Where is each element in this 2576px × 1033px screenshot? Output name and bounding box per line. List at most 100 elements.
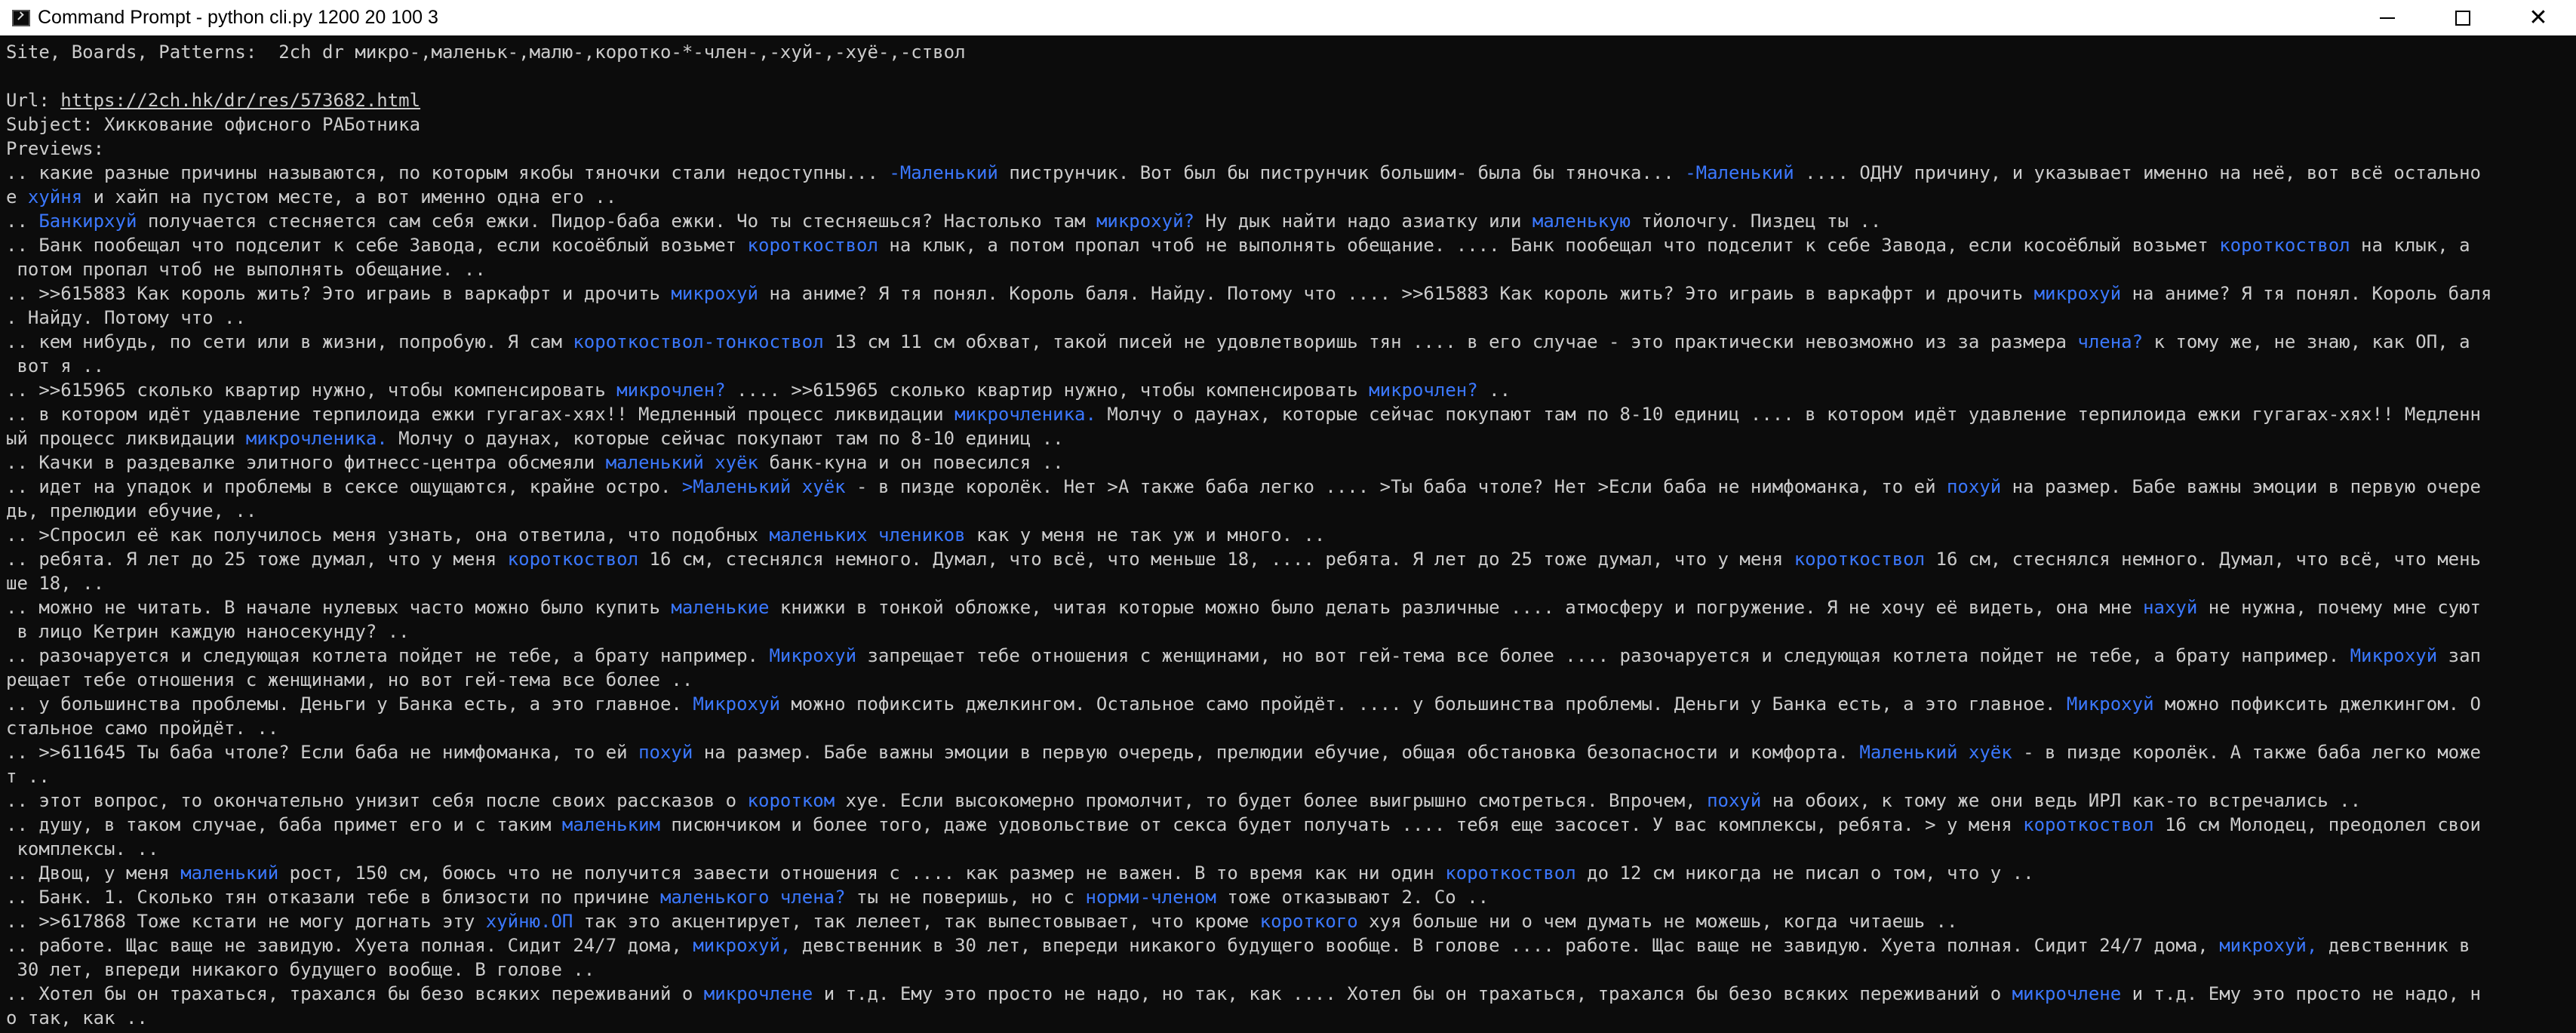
match-highlight: Микрохуй xyxy=(2350,645,2438,666)
console-line: . Найду. Потому что .. xyxy=(6,306,2576,330)
console-text: 16 см, стеснялся немного. Думал, что всё… xyxy=(1925,549,2481,570)
console-text: е xyxy=(6,186,28,208)
console-line: .. у большинства проблемы. Деньги у Банк… xyxy=(6,692,2576,716)
match-highlight: микрохуй? xyxy=(1096,211,1194,232)
console-text: .. Хотел бы он трахаться, трахался бы бе… xyxy=(6,983,704,1004)
minimize-button[interactable] xyxy=(2350,0,2425,35)
console-line: стальное само пройдёт. .. xyxy=(6,716,2576,740)
console-line: ый процесс ликвидации микрочленика. Молч… xyxy=(6,426,2576,450)
console-text: .. ребята. Я лет до 25 тоже думал, что у… xyxy=(6,549,508,570)
console-line: Subject: Хиккование офисного РАБотника xyxy=(6,112,2576,137)
match-highlight: короткоствол xyxy=(1445,862,1576,884)
match-highlight: короткого xyxy=(1259,911,1358,932)
console-line: .. Двощ, у меня маленький рост, 150 см, … xyxy=(6,861,2576,885)
console-line: .. Хотел бы он трахаться, трахался бы бе… xyxy=(6,982,2576,1006)
close-icon: ✕ xyxy=(2528,4,2548,31)
console-text: потом пропал чтоб не выполнять обещание.… xyxy=(6,259,486,280)
match-highlight: Микрохуй xyxy=(693,693,780,715)
console-text: Ну дык найти надо азиатку или xyxy=(1194,211,1532,232)
console-text: к тому же, не знаю, как ОП, а xyxy=(2143,331,2470,352)
console-text: 16 см Молодец, преодолел свои xyxy=(2153,814,2481,835)
console-text: рещает тебе отношения с женщинами, но во… xyxy=(6,669,693,690)
console-line: .. >>615965 сколько квартир нужно, чтобы… xyxy=(6,378,2576,402)
console-text: о так, как .. xyxy=(6,1007,148,1028)
match-highlight: короткоствол xyxy=(2219,235,2350,256)
console-text: 13 см 11 см обхват, такой писей не удовл… xyxy=(823,331,2078,352)
match-highlight: похуй xyxy=(1946,476,2002,497)
match-highlight: хуйню.ОП xyxy=(485,911,573,932)
match-highlight: микрочлен? xyxy=(616,380,726,401)
console-text: вот я .. xyxy=(6,355,105,377)
match-highlight: микрохуй, xyxy=(2219,935,2318,956)
match-highlight: -Маленький xyxy=(889,162,998,183)
match-highlight: >Маленький хуёк xyxy=(681,476,846,497)
console-line: комплексы. .. xyxy=(6,837,2576,861)
console-text: .. >>615883 Как король жить? Это играиь … xyxy=(6,283,672,304)
console-text: на аниме? Я тя понял. Король баля xyxy=(2121,283,2492,304)
match-highlight: маленького члена? xyxy=(659,887,846,908)
match-highlight: похуй xyxy=(638,742,693,763)
cmd-icon xyxy=(12,9,30,26)
match-highlight: короткоствол xyxy=(1794,549,1926,570)
match-highlight: маленьких члеников xyxy=(769,524,966,546)
console-text: 16 см, стеснялся немного. Думал, что всё… xyxy=(638,549,1794,570)
console-text: Subject: Хиккование офисного РАБотника xyxy=(6,114,421,135)
console-text: .... ОДНУ причину, и указывает именно на… xyxy=(1794,162,2482,183)
console-text: девственник в 30 лет, впереди никакого б… xyxy=(791,935,2220,956)
match-highlight: похуй xyxy=(1707,790,1762,811)
match-highlight: Маленький хуёк xyxy=(1859,742,2012,763)
console-text: и т.д. Ему это просто не надо, н xyxy=(2121,983,2481,1004)
match-highlight: микрочленика. xyxy=(245,428,388,449)
console-text: тоже отказывают 2. Со .. xyxy=(1216,887,1489,908)
console-line: .. этот вопрос, то окончательно унизит с… xyxy=(6,789,2576,813)
console-text: .. Качки в раздевалке элитного фитнесс-ц… xyxy=(6,452,606,473)
console-line: Url: https://2ch.hk/dr/res/573682.html xyxy=(6,88,2576,112)
console-line: 30 лет, впереди никакого будущего вообще… xyxy=(6,958,2576,982)
match-highlight: микрохуй xyxy=(2033,283,2122,304)
console-text: так это акцентирует, так лелеет, так вып… xyxy=(573,911,1260,932)
console-text: в лицо Кетрин каждую наносекунду? .. xyxy=(6,621,410,642)
close-button[interactable]: ✕ xyxy=(2501,0,2576,35)
console-line: .. >>615883 Как король жить? Это играиь … xyxy=(6,281,2576,306)
title-bar: Command Prompt - python cli.py 1200 20 1… xyxy=(0,0,2576,35)
console-text: .. работе. Щас ваще не завидую. Хуета по… xyxy=(6,935,693,956)
console-line: Previews: xyxy=(6,137,2576,161)
match-highlight: микрочлен? xyxy=(1369,380,1478,401)
console-line: .. можно не читать. В начале нулевых час… xyxy=(6,595,2576,619)
console-text: .. этот вопрос, то окончательно унизит с… xyxy=(6,790,748,811)
console-line: рещает тебе отношения с женщинами, но во… xyxy=(6,668,2576,692)
console-text: девственник в xyxy=(2317,935,2470,956)
console-output[interactable]: Site, Boards, Patterns: 2ch dr микро-,ма… xyxy=(0,35,2576,1033)
console-text: .. душу, в таком случае, баба примет его… xyxy=(6,814,562,835)
console-text: .. Банк пообещал что подселит к себе Зав… xyxy=(6,235,748,256)
console-text: на обоих, к тому же они ведь ИРЛ как-то … xyxy=(1761,790,2362,811)
console-text: Молчу о даунах, которые сейчас покупают … xyxy=(1096,404,2481,425)
maximize-button[interactable] xyxy=(2425,0,2501,35)
console-line: .. идет на упадок и проблемы в сексе ощу… xyxy=(6,475,2576,499)
console-line: .. Банк пообещал что подселит к себе Зав… xyxy=(6,233,2576,257)
console-text: пиструнчик. Вот был бы пиструнчик больши… xyxy=(998,162,1686,183)
match-highlight: Микрохуй xyxy=(769,645,857,666)
match-highlight: микрочлене xyxy=(703,983,813,1004)
console-text: на размер. Бабе важны эмоции в первую оч… xyxy=(693,742,1860,763)
console-text: .. какие разные причины называются, по к… xyxy=(6,162,890,183)
console-text: .. xyxy=(6,211,39,232)
console-text: ты не поверишь, но с xyxy=(845,887,1086,908)
console-line: е хуйня и хайп на пустом месте, а вот им… xyxy=(6,185,2576,209)
thread-url-link[interactable]: https://2ch.hk/dr/res/573682.html xyxy=(60,90,420,111)
console-text: можно пофиксить джелкингом. О xyxy=(2153,693,2481,715)
console-scrollbar[interactable] xyxy=(2573,35,2576,1033)
match-highlight: нахуй xyxy=(2143,597,2198,618)
console-text: .. Двощ, у меня xyxy=(6,862,181,884)
console-text: .... >>615965 сколько квартир нужно, что… xyxy=(725,380,1369,401)
console-text: .. >>615965 сколько квартир нужно, чтобы… xyxy=(6,380,617,401)
console-text: - в пизде королёк. А также баба легко мо… xyxy=(2012,742,2482,763)
match-highlight: Микрохуй xyxy=(2066,693,2154,715)
match-highlight: маленький xyxy=(180,862,279,884)
console-text: Url: xyxy=(6,90,61,111)
console-text: получается стесняется сам себя ежки. Пид… xyxy=(137,211,1096,232)
console-text: банк-куна и он повесился .. xyxy=(758,452,1064,473)
console-text: .. xyxy=(1477,380,1511,401)
console-line: .. в котором идёт удавление терпилоида е… xyxy=(6,402,2576,426)
